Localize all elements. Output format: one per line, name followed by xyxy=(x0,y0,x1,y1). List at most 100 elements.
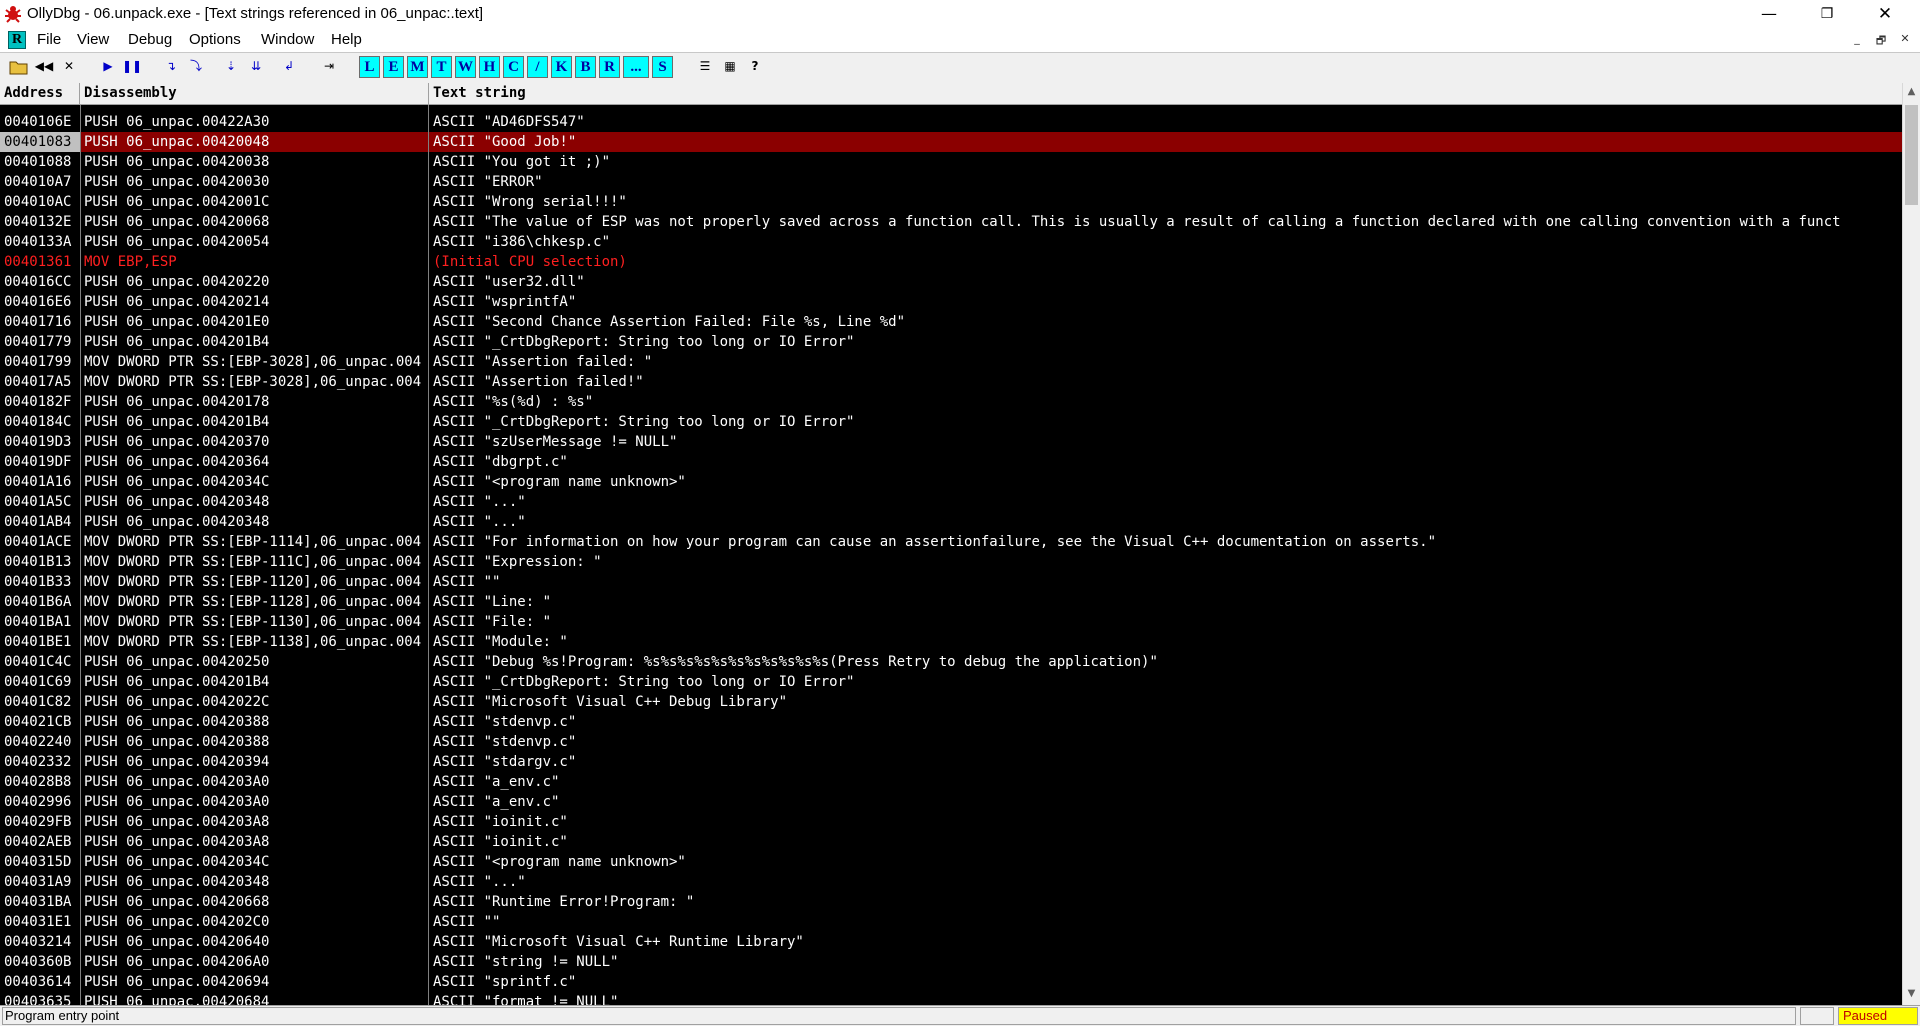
close-program-button[interactable]: ✕ xyxy=(58,56,80,78)
vertical-scrollbar[interactable]: ▲ ▼ xyxy=(1902,83,1920,1005)
column-text-string[interactable]: Text string xyxy=(429,83,1902,104)
table-row[interactable]: 00401361 MOV EBP,ESP (Initial CPU selectio… xyxy=(0,252,1902,272)
mdi-restore-button[interactable]: 🗗 xyxy=(1872,32,1890,48)
menu-file[interactable]: File xyxy=(37,31,61,48)
table-row[interactable]: 004017A5 MOV DWORD PTR SS:[EBP-3028],06_u… xyxy=(0,372,1902,392)
column-address[interactable]: Address xyxy=(0,83,80,104)
scroll-down-icon[interactable]: ▼ xyxy=(1903,985,1920,1003)
title-bar: OllyDbg - 06.unpack.exe - [Text strings … xyxy=(0,0,1920,28)
step-over-icon: ⤵ xyxy=(189,59,202,73)
table-row[interactable]: 00401799 MOV DWORD PTR SS:[EBP-3028],06_u… xyxy=(0,352,1902,372)
table-row[interactable]: 004016E6 PUSH 06_unpac.00420214 ASCII "wsp… xyxy=(0,292,1902,312)
source-window-button[interactable]: S xyxy=(652,56,673,78)
mdi-close-button[interactable]: ✕ xyxy=(1896,32,1914,48)
table-row[interactable]: 004031A9 PUSH 06_unpac.00420348 ASCII "...… xyxy=(0,872,1902,892)
execute-till-return-button[interactable]: ↲ xyxy=(278,56,300,78)
open-button[interactable] xyxy=(8,56,30,78)
scroll-up-icon[interactable]: ▲ xyxy=(1903,83,1920,101)
debugging-options-button[interactable]: ▦ xyxy=(719,56,741,78)
table-row[interactable]: 00401BE1 MOV DWORD PTR SS:[EBP-1138],06_u… xyxy=(0,632,1902,652)
table-row[interactable]: 00402240 PUSH 06_unpac.00420388 ASCII "std… xyxy=(0,732,1902,752)
memory-window-button[interactable]: M xyxy=(407,56,428,78)
table-row[interactable]: 004010A7 PUSH 06_unpac.00420030 ASCII "ERR… xyxy=(0,172,1902,192)
restore-button[interactable]: ❐ xyxy=(1804,0,1850,28)
table-row[interactable]: 00401A16 PUSH 06_unpac.0042034C ASCII "<pr… xyxy=(0,472,1902,492)
strings-table[interactable]: 0040106E PUSH 06_unpac.00422A30 ASCII "AD4… xyxy=(0,105,1902,1005)
table-row[interactable]: 00401716 PUSH 06_unpac.004201E0 ASCII "Sec… xyxy=(0,312,1902,332)
step-into-button[interactable]: ↴ xyxy=(160,56,182,78)
table-row[interactable]: 00401C69 PUSH 06_unpac.004201B4 ASCII "_Cr… xyxy=(0,672,1902,692)
table-row[interactable]: 00401083 PUSH 06_unpac.00420048 ASCII "Goo… xyxy=(0,132,1902,152)
table-row[interactable]: 00401AB4 PUSH 06_unpac.00420348 ASCII "...… xyxy=(0,512,1902,532)
table-row[interactable]: 00401B33 MOV DWORD PTR SS:[EBP-1120],06_u… xyxy=(0,572,1902,592)
table-row[interactable]: 0040182F PUSH 06_unpac.00420178 ASCII "%s(… xyxy=(0,392,1902,412)
handles-window-button[interactable]: H xyxy=(479,56,500,78)
row-address: 00401AB4 xyxy=(4,514,72,530)
go-to-button[interactable]: ⇥ xyxy=(318,56,340,78)
table-row[interactable]: 0040184C PUSH 06_unpac.004201B4 ASCII "_Cr… xyxy=(0,412,1902,432)
cpu-window-button[interactable]: C xyxy=(503,56,524,78)
table-row[interactable]: 00402332 PUSH 06_unpac.00420394 ASCII "std… xyxy=(0,752,1902,772)
menu-help[interactable]: Help xyxy=(331,31,362,48)
step-over-button[interactable]: ⤵ xyxy=(185,56,207,78)
table-row[interactable]: 004010AC PUSH 06_unpac.0042001C ASCII "Wro… xyxy=(0,192,1902,212)
threads-window-button[interactable]: T xyxy=(431,56,452,78)
minimize-button[interactable]: — xyxy=(1746,0,1792,28)
run-trace-window-button[interactable]: ... xyxy=(623,56,649,78)
scrollbar-thumb[interactable] xyxy=(1905,105,1918,205)
modules-window-button[interactable]: E xyxy=(383,56,404,78)
table-row[interactable]: 00401C4C PUSH 06_unpac.00420250 ASCII "Deb… xyxy=(0,652,1902,672)
pause-button[interactable]: ❚❚ xyxy=(121,56,143,78)
help-button[interactable]: ? xyxy=(744,56,766,78)
table-row[interactable]: 0040133A PUSH 06_unpac.00420054 ASCII "i38… xyxy=(0,232,1902,252)
mdi-minimize-button[interactable]: _ xyxy=(1848,32,1866,48)
table-row[interactable]: 004029FB PUSH 06_unpac.004203A8 ASCII "ioi… xyxy=(0,812,1902,832)
references-window-button[interactable]: R xyxy=(599,56,620,78)
row-disassembly: PUSH 06_unpac.0042001C xyxy=(84,194,270,210)
restart-button[interactable]: ◀◀ xyxy=(33,56,55,78)
table-row[interactable]: 004028B8 PUSH 06_unpac.004203A0 ASCII "a_e… xyxy=(0,772,1902,792)
table-row[interactable]: 004016CC PUSH 06_unpac.00420220 ASCII "use… xyxy=(0,272,1902,292)
table-row[interactable]: 0040360B PUSH 06_unpac.004206A0 ASCII "str… xyxy=(0,952,1902,972)
table-row[interactable]: 00401B13 MOV DWORD PTR SS:[EBP-111C],06_u… xyxy=(0,552,1902,572)
trace-into-button[interactable]: ⇣ xyxy=(220,56,242,78)
table-row[interactable]: 00401B6A MOV DWORD PTR SS:[EBP-1128],06_u… xyxy=(0,592,1902,612)
table-row[interactable]: 00401C82 PUSH 06_unpac.0042022C ASCII "Mic… xyxy=(0,692,1902,712)
table-row[interactable]: 00403214 PUSH 06_unpac.00420640 ASCII "Mic… xyxy=(0,932,1902,952)
menu-window[interactable]: Window xyxy=(261,31,314,48)
table-row[interactable]: 00402AEB PUSH 06_unpac.004203A8 ASCII "ioi… xyxy=(0,832,1902,852)
menu-view[interactable]: View xyxy=(77,31,109,48)
close-window-button[interactable]: ✕ xyxy=(1862,0,1908,28)
breakpoints-window-button[interactable]: B xyxy=(575,56,596,78)
table-row[interactable]: 004019DF PUSH 06_unpac.00420364 ASCII "dbg… xyxy=(0,452,1902,472)
table-row[interactable]: 004031BA PUSH 06_unpac.00420668 ASCII "Run… xyxy=(0,892,1902,912)
table-row[interactable]: 00402996 PUSH 06_unpac.004203A0 ASCII "a_e… xyxy=(0,792,1902,812)
table-row[interactable]: 00401088 PUSH 06_unpac.00420038 ASCII "You… xyxy=(0,152,1902,172)
run-button[interactable]: ▶ xyxy=(97,56,119,78)
menu-options[interactable]: Options xyxy=(189,31,241,48)
trace-over-button[interactable]: ⇊ xyxy=(245,56,267,78)
table-row[interactable]: 0040106E PUSH 06_unpac.00422A30 ASCII "AD4… xyxy=(0,112,1902,132)
column-disassembly[interactable]: Disassembly xyxy=(80,83,429,104)
table-row[interactable]: 00403635 PUSH 06_unpac.00420684 ASCII "for… xyxy=(0,992,1902,1005)
column-divider[interactable] xyxy=(80,105,81,1005)
windows-window-button[interactable]: W xyxy=(455,56,476,78)
table-row[interactable]: 004019D3 PUSH 06_unpac.00420370 ASCII "szU… xyxy=(0,432,1902,452)
log-window-button[interactable]: L xyxy=(359,56,380,78)
table-row[interactable]: 00401779 PUSH 06_unpac.004201B4 ASCII "_Cr… xyxy=(0,332,1902,352)
patches-window-button[interactable]: / xyxy=(527,56,548,78)
table-row[interactable]: 00401ACE MOV DWORD PTR SS:[EBP-1114],06_u… xyxy=(0,532,1902,552)
appearance-button[interactable]: ☰ xyxy=(694,56,716,78)
row-text-string: ASCII "Runtime Error!Program: " xyxy=(433,894,695,910)
table-row[interactable]: 00401BA1 MOV DWORD PTR SS:[EBP-1130],06_u… xyxy=(0,612,1902,632)
table-row[interactable]: 004031E1 PUSH 06_unpac.004202C0 ASCII "" xyxy=(0,912,1902,932)
call-stack-window-button[interactable]: K xyxy=(551,56,572,78)
mdi-child-icon[interactable]: R xyxy=(8,31,26,49)
table-row[interactable]: 00401A5C PUSH 06_unpac.00420348 ASCII "...… xyxy=(0,492,1902,512)
table-row[interactable]: 004021CB PUSH 06_unpac.00420388 ASCII "std… xyxy=(0,712,1902,732)
column-divider[interactable] xyxy=(428,105,429,1005)
table-row[interactable]: 0040132E PUSH 06_unpac.00420068 ASCII "The… xyxy=(0,212,1902,232)
table-row[interactable]: 00403614 PUSH 06_unpac.00420694 ASCII "spr… xyxy=(0,972,1902,992)
menu-debug[interactable]: Debug xyxy=(128,31,172,48)
table-row[interactable]: 0040315D PUSH 06_unpac.0042034C ASCII "<pr… xyxy=(0,852,1902,872)
